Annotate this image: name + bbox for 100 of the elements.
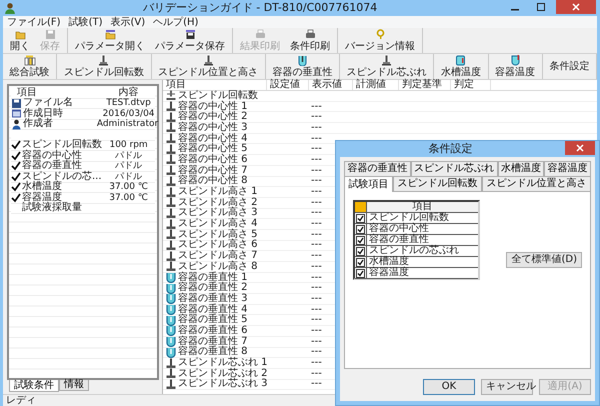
dialog-tab[interactable]: スピンドル回転数	[393, 176, 482, 191]
dialog-tab[interactable]: 水槽温度	[498, 161, 544, 176]
item-label: 作成者	[23, 119, 53, 130]
menu-item[interactable]: ファイル(F)	[7, 16, 61, 28]
display-value: ---	[311, 358, 322, 368]
item-label: 容器の垂直性 2	[178, 283, 248, 294]
toolbar-button[interactable]: バージョン情報	[340, 28, 420, 53]
item-label: 容器の垂直性	[22, 161, 82, 172]
item-label: スピンドルの芯...	[22, 172, 102, 182]
item-label: 容器温度	[368, 268, 409, 278]
test-button[interactable]: スピンドル位置と高さ	[152, 54, 266, 79]
item-label: 水槽温度	[368, 257, 409, 267]
item-label: スピンドル回転数	[368, 213, 449, 223]
display-value: ---	[311, 294, 322, 304]
dialog-tab[interactable]: 容器温度	[544, 161, 591, 176]
display-value: ---	[311, 122, 322, 133]
item-label: スピンドル高さ 1	[178, 187, 258, 198]
panel-tab[interactable]: 試験条件	[9, 380, 59, 392]
test-button[interactable]: 総合試験	[3, 54, 58, 79]
item-label: 容器温度	[22, 192, 62, 203]
menu-item[interactable]: 試験(T)	[68, 16, 102, 28]
item-label: スピンドル芯ぶれ 2	[178, 368, 268, 379]
test-button[interactable]: スピンドル芯ぶれ	[340, 54, 434, 79]
display-value: ---	[311, 368, 322, 379]
dialog-tab[interactable]: 容器の垂直性	[344, 161, 411, 176]
item-label: 容器の中心性 2	[178, 112, 248, 122]
menu-item[interactable]: ヘルプ(H)	[153, 16, 198, 28]
column-header: 項目	[367, 202, 478, 212]
item-label: スピンドル高さ 4	[178, 219, 258, 230]
dialog-title: 条件設定	[428, 142, 474, 156]
display-value: ---	[311, 251, 322, 262]
item-label: 容器の中心性	[22, 150, 82, 161]
display-value: ---	[311, 144, 322, 154]
item-label: スピンドル芯ぶれ 1	[178, 358, 268, 368]
display-value: ---	[311, 272, 322, 283]
item-value: 37.00 ℃	[109, 182, 148, 192]
panel-tab[interactable]: 情報	[59, 380, 89, 391]
column-header[interactable]: 設定値	[267, 80, 309, 90]
display-value: ---	[311, 134, 322, 144]
display-value: ---	[311, 283, 322, 294]
display-value: ---	[311, 230, 322, 240]
display-value: ---	[311, 154, 322, 165]
column-header[interactable]: 判定基準	[399, 80, 451, 90]
display-value: ---	[311, 166, 322, 176]
item-label: 容器の垂直性 8	[178, 347, 248, 358]
test-button[interactable]: 条件設定	[542, 54, 597, 79]
toolbar-button[interactable]: パラメータ開く	[70, 28, 150, 53]
display-value: ---	[311, 347, 322, 358]
item-value: パドル	[115, 150, 142, 161]
item-label: 容器の中心性 3	[178, 122, 248, 133]
item-label: 容器の垂直性 6	[178, 326, 248, 336]
item-label: 容器の垂直性 4	[178, 304, 248, 315]
dialog-tab[interactable]: 試験項目	[344, 176, 393, 192]
display-value: ---	[311, 240, 322, 250]
item-value: パドル	[115, 172, 142, 182]
item-label: 水槽温度	[22, 182, 62, 192]
column-header[interactable]: 項目	[163, 80, 267, 90]
item-value: TEST.dtvp	[106, 98, 151, 108]
column-header[interactable]: 計測値	[353, 80, 399, 90]
dialog-tab[interactable]: スピンドル芯ぶれ	[410, 161, 498, 176]
menu-item[interactable]: 表示(V)	[110, 16, 146, 28]
item-label: 容器の垂直性 3	[178, 294, 248, 304]
item-label: スピンドル回転数	[178, 90, 258, 101]
display-value: ---	[311, 336, 322, 347]
item-label: 容器の垂直性 7	[178, 336, 248, 347]
item-label: 容器の垂直性 5	[178, 315, 248, 326]
test-button[interactable]: スピンドル回転数	[57, 54, 152, 79]
item-label: スピンドル高さ 7	[178, 251, 258, 262]
item-value: 2016/03/04	[102, 108, 155, 119]
item-label: 容器の中心性 5	[178, 144, 248, 154]
dialog-button[interactable]: OK	[423, 379, 475, 395]
item-label: 容器の中心性 6	[178, 154, 248, 165]
item-value: 100 rpm	[109, 140, 148, 150]
display-value: ---	[311, 187, 322, 198]
test-button[interactable]: 容器の垂直性	[266, 54, 340, 79]
display-value: ---	[311, 379, 322, 390]
item-label: スピンドルの芯ぶれ	[368, 246, 459, 256]
dialog-tab[interactable]: スピンドル位置と高さ	[482, 176, 591, 191]
test-button[interactable]: 容器温度	[488, 54, 543, 79]
reset-button[interactable]: 全て標準値(D)	[506, 252, 582, 268]
display-value: ---	[311, 176, 322, 186]
item-value: 37.00 ℃	[109, 192, 148, 203]
toolbar-button[interactable]: パラメータ保存	[150, 28, 230, 53]
item-label: スピンドル高さ 3	[178, 208, 258, 218]
display-value: ---	[311, 208, 322, 218]
column-header[interactable]: 判定	[451, 80, 491, 90]
item-label: 試験液採取量	[22, 203, 82, 214]
item-value: Administrator	[96, 119, 158, 130]
test-button[interactable]: 水槽温度	[434, 54, 488, 79]
display-value: ---	[311, 198, 322, 208]
column-header[interactable]: 表示値	[309, 80, 353, 90]
toolbar-button[interactable]: 条件印刷	[285, 28, 335, 53]
column-header: 内容	[118, 88, 139, 98]
item-label: スピンドル高さ 8	[178, 262, 258, 272]
item-label: 容器の垂直性	[368, 235, 429, 245]
item-label: スピンドル高さ 6	[178, 240, 258, 250]
item-label: 作成日時	[23, 108, 63, 119]
toolbar-button[interactable]: 開く	[5, 28, 35, 53]
column-header: 項目	[16, 88, 37, 98]
item-label: スピンドル高さ 5	[178, 230, 258, 240]
